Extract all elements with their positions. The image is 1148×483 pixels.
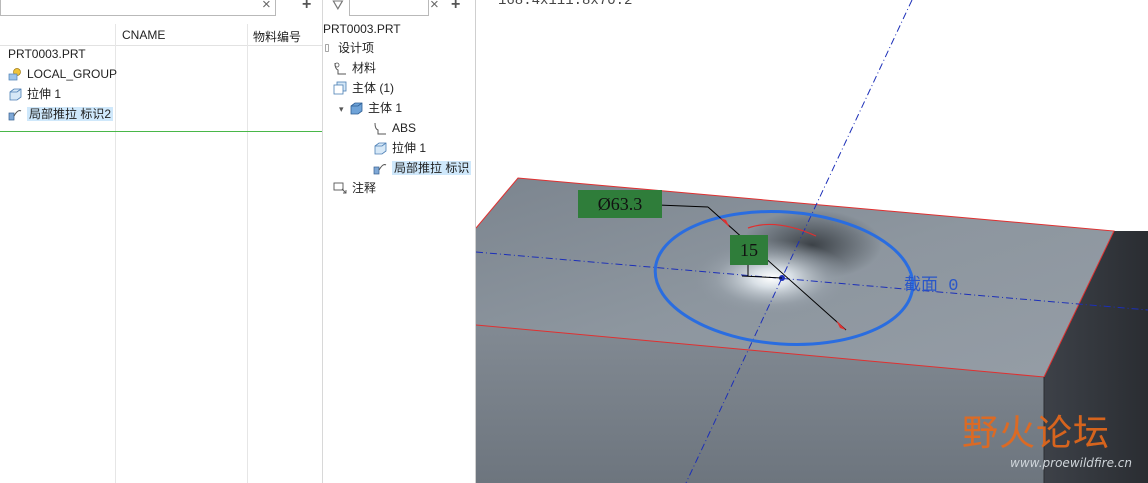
model-size-readout: 168.4x111.8x70.2 — [498, 0, 633, 9]
clear-search-icon[interactable]: × — [262, 0, 271, 13]
material-icon — [374, 122, 386, 135]
tree-item-label: 主体 1 — [368, 101, 403, 115]
local-push-icon — [8, 109, 22, 121]
design-item-icon — [325, 44, 329, 52]
column-cname[interactable]: CNAME — [122, 28, 165, 42]
tree-item-label: 局部推拉 标识2 — [27, 107, 114, 121]
section-label[interactable]: 截面 0 — [904, 270, 958, 296]
collapse-icon[interactable]: ▾ — [339, 100, 349, 118]
tree-item-bodies[interactable]: 主体 (1) — [333, 79, 394, 97]
tree-item-label: ABS — [392, 121, 417, 135]
watermark-title: 野火论坛 — [962, 413, 1111, 454]
tree-item-label: LOCAL_GROUP — [27, 67, 118, 81]
tree-item-label: 设计项 — [338, 41, 375, 55]
extrude-icon — [9, 88, 22, 101]
add-icon[interactable]: + — [451, 0, 460, 14]
tree-item-abs[interactable]: ABS — [373, 119, 416, 137]
model-tree-panel: ⛛ × + PRT0003.PRT 设计项 材料 主体 (1) ▾ 主体 1 A… — [322, 0, 476, 483]
diameter-dimension[interactable]: Ø63.3 — [578, 190, 662, 218]
height-dimension[interactable]: 15 — [730, 235, 768, 265]
watermark-logo: 野火论坛 www.proewildfire.cn — [962, 404, 1142, 478]
tree-item-label: 主体 (1) — [352, 81, 395, 95]
insert-indicator — [0, 131, 322, 132]
tree-item-local-group[interactable]: LOCAL_GROUP — [8, 65, 117, 83]
graphics-viewport[interactable]: 168.4x111.8x70.2 Ø63.3 15 截面 0 野火论坛 www.… — [476, 0, 1148, 483]
tree-item-material[interactable]: 材料 — [333, 59, 376, 77]
diameter-value: Ø63.3 — [597, 194, 643, 214]
column-material-number[interactable]: 物料编号 — [253, 28, 301, 45]
group-icon — [8, 67, 21, 81]
tree-item-design-items[interactable]: 设计项 — [325, 39, 374, 57]
body-group-icon — [333, 81, 347, 95]
tree-item-annotations[interactable]: 注释 — [333, 179, 376, 197]
height-value: 15 — [740, 240, 758, 260]
tree-item-body-1[interactable]: ▾ 主体 1 — [339, 99, 402, 117]
watermark-url: www.proewildfire.cn — [1010, 456, 1132, 470]
tree-item-label: 拉伸 1 — [392, 141, 427, 155]
tree-item-label: 注释 — [352, 181, 377, 195]
annotation-icon — [333, 182, 347, 194]
filter-icon[interactable]: ⛛ — [332, 0, 344, 14]
add-column-icon[interactable]: + — [302, 0, 311, 14]
tree-item-extrude[interactable]: 拉伸 1 — [373, 139, 426, 157]
tree-item-local-push[interactable]: 局部推拉 标识 — [373, 159, 472, 177]
tree-item-local-push[interactable]: 局部推拉 标识2 — [8, 105, 114, 123]
extrude-icon — [374, 142, 387, 155]
column-header: CNAME 物料编号 — [0, 24, 322, 46]
tree-item-label: 局部推拉 标识 — [392, 161, 472, 175]
tree-root-label: PRT0003.PRT — [8, 47, 86, 61]
body-icon — [350, 102, 363, 115]
material-icon — [334, 62, 346, 75]
model-tree-root-label: PRT0003.PRT — [323, 22, 401, 36]
left-search-input[interactable] — [0, 0, 276, 16]
tree-item-extrude[interactable]: 拉伸 1 — [8, 85, 61, 103]
tree-root[interactable]: PRT0003.PRT — [8, 45, 86, 63]
tree-item-label: 材料 — [352, 61, 377, 75]
tree-item-label: 拉伸 1 — [27, 87, 62, 101]
clear-search-icon[interactable]: × — [430, 0, 439, 13]
model-tree-root[interactable]: PRT0003.PRT — [323, 20, 401, 38]
model-tree-search-input[interactable] — [349, 0, 429, 16]
layer-tree-panel: × + CNAME 物料编号 PRT0003.PRT LOCAL_GROUP 拉… — [0, 0, 322, 483]
local-push-icon — [373, 163, 387, 175]
